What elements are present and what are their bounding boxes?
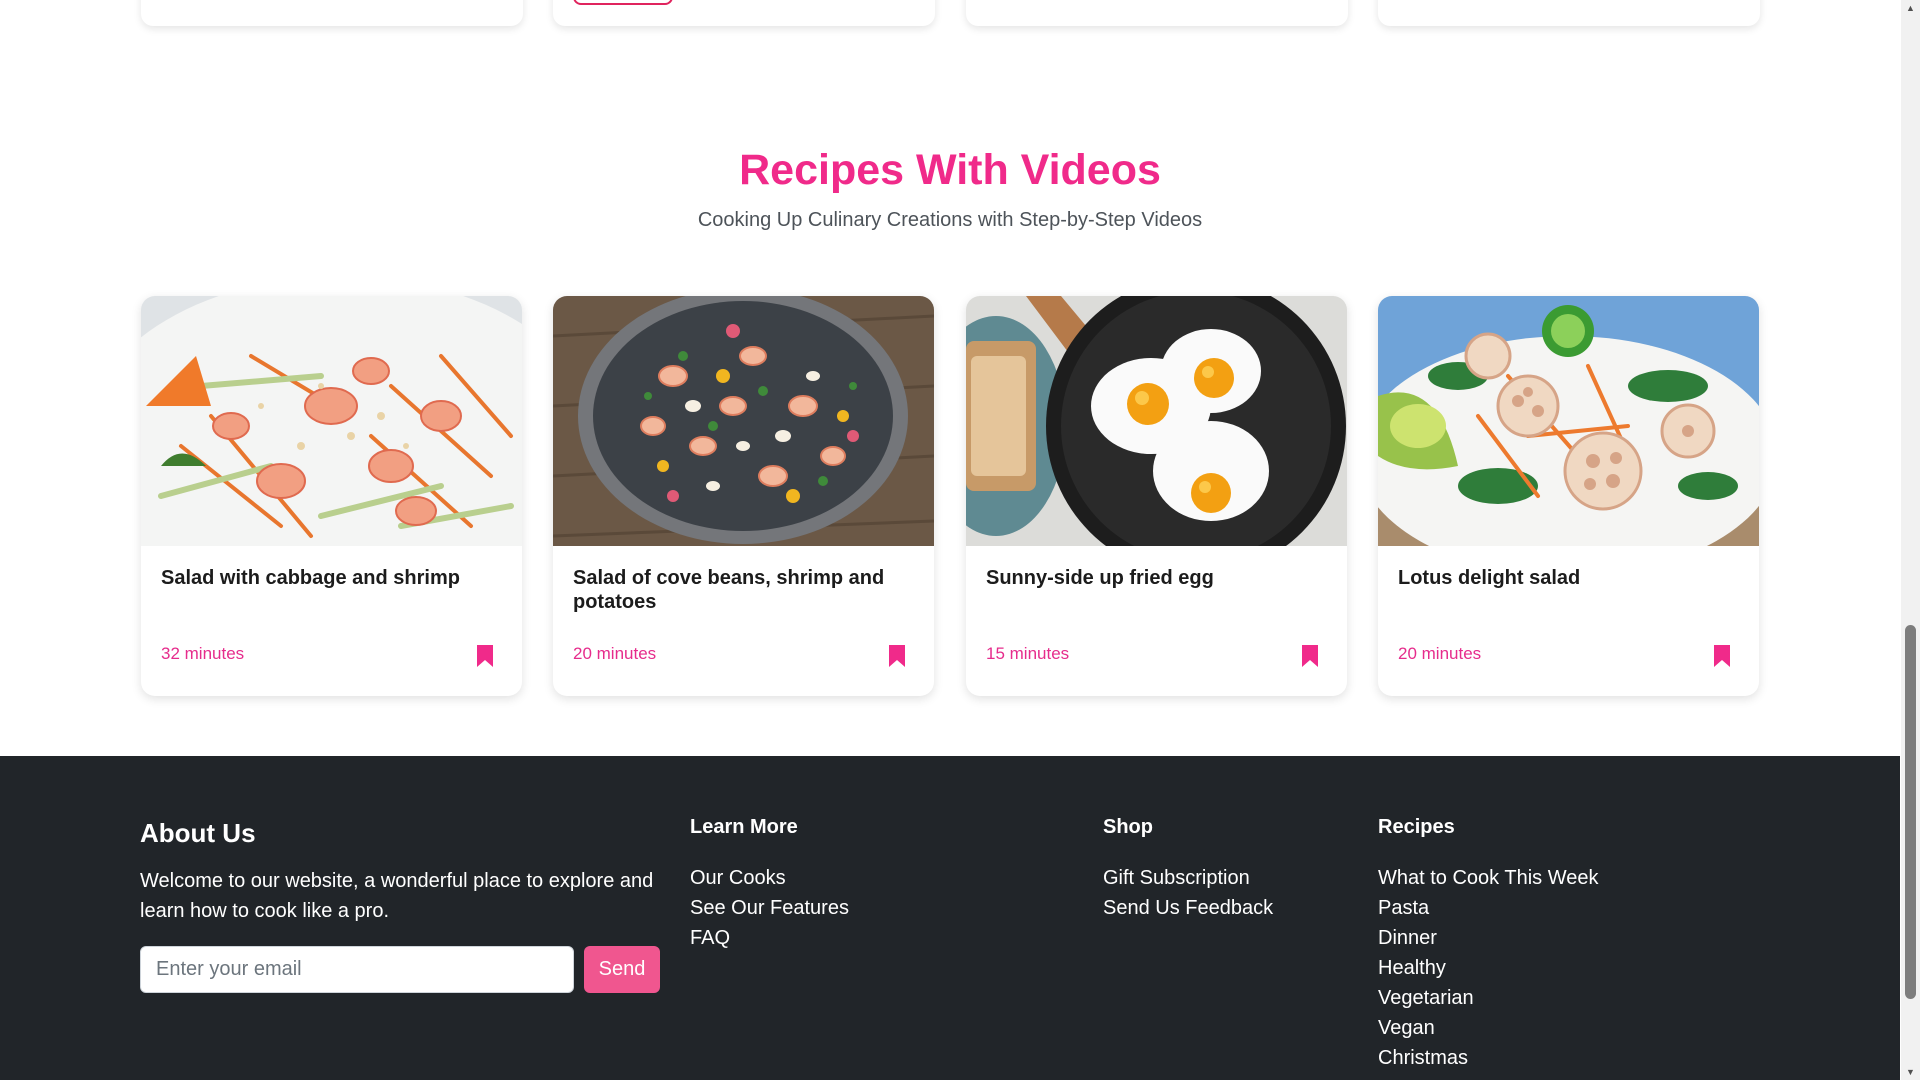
footer-link-dinner[interactable]: Dinner — [1378, 923, 1598, 953]
recipe-title[interactable]: Lotus delight salad — [1398, 566, 1738, 590]
recipe-card[interactable]: Lotus delight salad 20 minutes — [1378, 296, 1759, 696]
fried-eggs-skillet-photo[interactable] — [966, 296, 1347, 546]
shop-title: Shop — [1103, 816, 1153, 838]
scroll-down-arrow-icon[interactable]: ▼ — [1901, 1064, 1920, 1080]
learn-more-column: Learn More Our Cooks See Our Features FA… — [690, 816, 849, 953]
section-title: Recipes With Videos — [739, 146, 1161, 194]
recipes-title: Recipes — [1378, 816, 1455, 838]
previous-recipe-card[interactable] — [553, 0, 935, 26]
about-text: Welcome to our website, a wonderful plac… — [140, 870, 654, 922]
bookmark-icon[interactable] — [887, 644, 907, 668]
recipe-card[interactable]: Salad of cove beans, shrimp and potatoes… — [553, 296, 934, 696]
recipe-time: 15 minutes — [986, 644, 1070, 663]
footer-link-pasta[interactable]: Pasta — [1378, 893, 1598, 923]
bean-shrimp-salad-bowl-photo[interactable] — [553, 296, 934, 546]
shrimp-cabbage-salad-photo[interactable] — [141, 296, 522, 546]
about-title: About Us — [140, 818, 256, 848]
scroll-up-arrow-icon[interactable]: ▲ — [1901, 0, 1920, 16]
recipe-time: 32 minutes — [161, 644, 245, 663]
lotus-root-salad-photo[interactable] — [1378, 296, 1759, 546]
learn-more-title: Learn More — [690, 816, 798, 838]
previous-recipe-card[interactable] — [1378, 0, 1760, 26]
site-footer: About Us Welcome to our website, a wonde… — [0, 756, 1900, 1080]
email-input[interactable] — [140, 946, 574, 993]
footer-link-christmas[interactable]: Christmas — [1378, 1043, 1598, 1073]
footer-link-faq[interactable]: FAQ — [690, 923, 849, 953]
section-subtitle: Cooking Up Culinary Creations with Step-… — [697, 209, 1203, 231]
previous-card-button[interactable] — [573, 0, 673, 5]
bookmark-icon[interactable] — [475, 644, 495, 668]
footer-link-features[interactable]: See Our Features — [690, 893, 849, 923]
scrollbar-thumb[interactable] — [1905, 625, 1916, 999]
shop-column: Shop Gift Subscription Send Us Feedback — [1103, 816, 1273, 923]
footer-link-healthy[interactable]: Healthy — [1378, 953, 1598, 983]
recipes-column: Recipes What to Cook This Week Pasta Din… — [1378, 816, 1598, 1073]
footer-link-feedback[interactable]: Send Us Feedback — [1103, 893, 1273, 923]
footer-link-gift-subscription[interactable]: Gift Subscription — [1103, 863, 1273, 893]
bookmark-icon[interactable] — [1300, 644, 1320, 668]
recipe-title[interactable]: Salad with cabbage and shrimp — [161, 566, 501, 590]
page-scrollbar[interactable]: ▲ ▼ — [1901, 0, 1920, 1080]
footer-link-vegetarian[interactable]: Vegetarian — [1378, 983, 1598, 1013]
bookmark-icon[interactable] — [1712, 644, 1732, 668]
send-button[interactable]: Send — [584, 946, 660, 993]
footer-link-vegan[interactable]: Vegan — [1378, 1013, 1598, 1043]
recipe-card[interactable]: Salad with cabbage and shrimp 32 minutes — [141, 296, 522, 696]
recipe-time: 20 minutes — [1398, 644, 1482, 663]
page: Recipes With Videos Cooking Up Culinary … — [0, 0, 1900, 1080]
recipe-title[interactable]: Salad of cove beans, shrimp and potatoes — [573, 566, 913, 614]
footer-link-cook-this-week[interactable]: What to Cook This Week — [1378, 863, 1598, 893]
previous-recipe-card[interactable] — [141, 0, 523, 26]
recipe-title[interactable]: Sunny-side up fried egg — [986, 566, 1326, 590]
recipe-time: 20 minutes — [573, 644, 657, 663]
previous-recipe-card[interactable] — [966, 0, 1348, 26]
footer-link-our-cooks[interactable]: Our Cooks — [690, 863, 849, 893]
recipe-card[interactable]: Sunny-side up fried egg 15 minutes — [966, 296, 1347, 696]
